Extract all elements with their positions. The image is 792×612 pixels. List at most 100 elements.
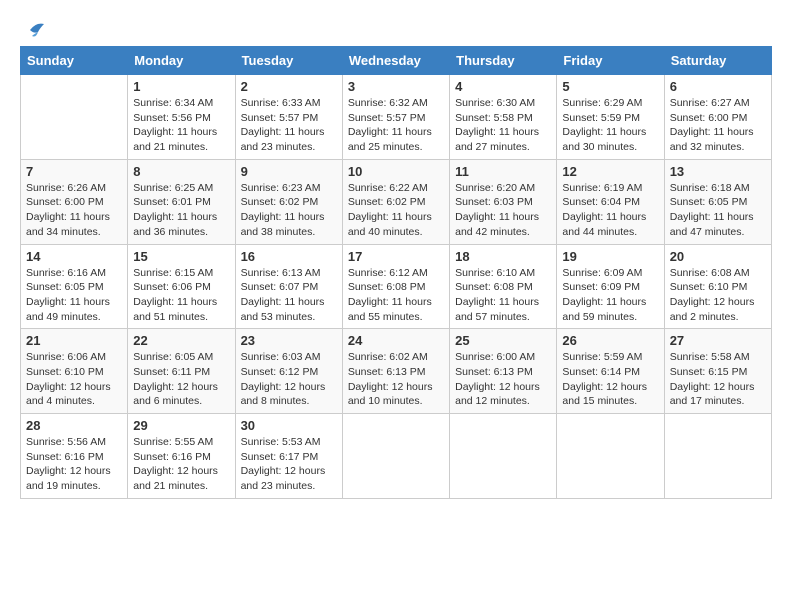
calendar-cell: [21, 75, 128, 160]
day-number: 8: [133, 164, 229, 179]
calendar-header-tuesday: Tuesday: [235, 47, 342, 75]
day-info: Sunrise: 6:19 AM Sunset: 6:04 PM Dayligh…: [562, 181, 658, 240]
calendar-cell: 25Sunrise: 6:00 AM Sunset: 6:13 PM Dayli…: [450, 329, 557, 414]
calendar-cell: 26Sunrise: 5:59 AM Sunset: 6:14 PM Dayli…: [557, 329, 664, 414]
day-number: 28: [26, 418, 122, 433]
calendar-week-row: 14 Sunrise: 6:16 AM Sunset: 6:05 PM Dayli…: [21, 244, 772, 329]
calendar-week-row: 1Sunrise: 6:34 AM Sunset: 5:56 PM Daylig…: [21, 75, 772, 160]
day-info: Sunrise: 6:03 AM Sunset: 6:12 PM Dayligh…: [241, 350, 337, 409]
day-number: 14: [26, 249, 122, 264]
calendar-cell: 4 Sunrise: 6:30 AM Sunset: 5:58 PM Daylig…: [450, 75, 557, 160]
calendar-cell: 12 Sunrise: 6:19 AM Sunset: 6:04 PM Dayli…: [557, 159, 664, 244]
day-info: Sunrise: 6:02 AM Sunset: 6:13 PM Dayligh…: [348, 350, 444, 409]
day-number: 20: [670, 249, 766, 264]
calendar-header-monday: Monday: [128, 47, 235, 75]
calendar-cell: [664, 414, 771, 499]
calendar-cell: 5 Sunrise: 6:29 AM Sunset: 5:59 PM Daylig…: [557, 75, 664, 160]
calendar-cell: 28 Sunrise: 5:56 AM Sunset: 6:16 PM Dayli…: [21, 414, 128, 499]
calendar-cell: 9Sunrise: 6:23 AM Sunset: 6:02 PM Daylig…: [235, 159, 342, 244]
calendar-header-saturday: Saturday: [664, 47, 771, 75]
day-info: Sunrise: 6:15 AM Sunset: 6:06 PM Dayligh…: [133, 266, 229, 325]
calendar-cell: 19 Sunrise: 6:09 AM Sunset: 6:09 PM Dayli…: [557, 244, 664, 329]
day-number: 10: [348, 164, 444, 179]
calendar-cell: 30 Sunrise: 5:53 AM Sunset: 6:17 PM Dayli…: [235, 414, 342, 499]
calendar-cell: 22 Sunrise: 6:05 AM Sunset: 6:11 PM Dayli…: [128, 329, 235, 414]
day-number: 18: [455, 249, 551, 264]
day-info: Sunrise: 6:16 AM Sunset: 6:05 PM Dayligh…: [26, 266, 122, 325]
calendar-week-row: 7 Sunrise: 6:26 AM Sunset: 6:00 PM Daylig…: [21, 159, 772, 244]
day-number: 6: [670, 79, 766, 94]
day-number: 16: [241, 249, 337, 264]
day-number: 29: [133, 418, 229, 433]
day-info: Sunrise: 6:09 AM Sunset: 6:09 PM Dayligh…: [562, 266, 658, 325]
day-number: 12: [562, 164, 658, 179]
calendar-cell: 11 Sunrise: 6:20 AM Sunset: 6:03 PM Dayli…: [450, 159, 557, 244]
logo-bird-icon: [22, 20, 44, 40]
page-header: [20, 20, 772, 36]
calendar-cell: [342, 414, 449, 499]
calendar-cell: [557, 414, 664, 499]
calendar-cell: 17 Sunrise: 6:12 AM Sunset: 6:08 PM Dayli…: [342, 244, 449, 329]
calendar-cell: 2 Sunrise: 6:33 AM Sunset: 5:57 PM Daylig…: [235, 75, 342, 160]
day-number: 2: [241, 79, 337, 94]
calendar-cell: 15Sunrise: 6:15 AM Sunset: 6:06 PM Dayli…: [128, 244, 235, 329]
day-info: Sunrise: 6:34 AM Sunset: 5:56 PM Dayligh…: [133, 96, 229, 155]
day-info: Sunrise: 6:20 AM Sunset: 6:03 PM Dayligh…: [455, 181, 551, 240]
day-info: Sunrise: 6:06 AM Sunset: 6:10 PM Dayligh…: [26, 350, 122, 409]
day-info: Sunrise: 6:12 AM Sunset: 6:08 PM Dayligh…: [348, 266, 444, 325]
day-number: 11: [455, 164, 551, 179]
day-info: Sunrise: 6:33 AM Sunset: 5:57 PM Dayligh…: [241, 96, 337, 155]
calendar-cell: 10 Sunrise: 6:22 AM Sunset: 6:02 PM Dayli…: [342, 159, 449, 244]
day-number: 5: [562, 79, 658, 94]
day-info: Sunrise: 6:25 AM Sunset: 6:01 PM Dayligh…: [133, 181, 229, 240]
calendar-header-thursday: Thursday: [450, 47, 557, 75]
day-info: Sunrise: 6:05 AM Sunset: 6:11 PM Dayligh…: [133, 350, 229, 409]
calendar-cell: 6 Sunrise: 6:27 AM Sunset: 6:00 PM Daylig…: [664, 75, 771, 160]
day-number: 17: [348, 249, 444, 264]
day-number: 26: [562, 333, 658, 348]
day-number: 27: [670, 333, 766, 348]
calendar-cell: [450, 414, 557, 499]
calendar-header-wednesday: Wednesday: [342, 47, 449, 75]
calendar-cell: 23 Sunrise: 6:03 AM Sunset: 6:12 PM Dayli…: [235, 329, 342, 414]
day-number: 19: [562, 249, 658, 264]
day-info: Sunrise: 5:58 AM Sunset: 6:15 PM Dayligh…: [670, 350, 766, 409]
calendar-header-friday: Friday: [557, 47, 664, 75]
calendar-table: SundayMondayTuesdayWednesdayThursdayFrid…: [20, 46, 772, 499]
day-info: Sunrise: 6:18 AM Sunset: 6:05 PM Dayligh…: [670, 181, 766, 240]
calendar-cell: 7 Sunrise: 6:26 AM Sunset: 6:00 PM Daylig…: [21, 159, 128, 244]
day-info: Sunrise: 6:26 AM Sunset: 6:00 PM Dayligh…: [26, 181, 122, 240]
day-number: 30: [241, 418, 337, 433]
calendar-header-sunday: Sunday: [21, 47, 128, 75]
calendar-cell: 18 Sunrise: 6:10 AM Sunset: 6:08 PM Dayli…: [450, 244, 557, 329]
calendar-week-row: 21Sunrise: 6:06 AM Sunset: 6:10 PM Dayli…: [21, 329, 772, 414]
day-number: 3: [348, 79, 444, 94]
day-number: 22: [133, 333, 229, 348]
day-info: Sunrise: 6:27 AM Sunset: 6:00 PM Dayligh…: [670, 96, 766, 155]
day-info: Sunrise: 6:30 AM Sunset: 5:58 PM Dayligh…: [455, 96, 551, 155]
day-info: Sunrise: 5:55 AM Sunset: 6:16 PM Dayligh…: [133, 435, 229, 494]
calendar-cell: 20 Sunrise: 6:08 AM Sunset: 6:10 PM Dayli…: [664, 244, 771, 329]
day-info: Sunrise: 6:32 AM Sunset: 5:57 PM Dayligh…: [348, 96, 444, 155]
day-info: Sunrise: 6:13 AM Sunset: 6:07 PM Dayligh…: [241, 266, 337, 325]
calendar-cell: 8 Sunrise: 6:25 AM Sunset: 6:01 PM Daylig…: [128, 159, 235, 244]
day-number: 9: [241, 164, 337, 179]
day-info: Sunrise: 6:10 AM Sunset: 6:08 PM Dayligh…: [455, 266, 551, 325]
day-info: Sunrise: 5:53 AM Sunset: 6:17 PM Dayligh…: [241, 435, 337, 494]
day-info: Sunrise: 6:29 AM Sunset: 5:59 PM Dayligh…: [562, 96, 658, 155]
day-info: Sunrise: 6:00 AM Sunset: 6:13 PM Dayligh…: [455, 350, 551, 409]
day-info: Sunrise: 6:22 AM Sunset: 6:02 PM Dayligh…: [348, 181, 444, 240]
calendar-cell: 13Sunrise: 6:18 AM Sunset: 6:05 PM Dayli…: [664, 159, 771, 244]
calendar-cell: 1Sunrise: 6:34 AM Sunset: 5:56 PM Daylig…: [128, 75, 235, 160]
day-number: 24: [348, 333, 444, 348]
day-info: Sunrise: 6:08 AM Sunset: 6:10 PM Dayligh…: [670, 266, 766, 325]
day-number: 23: [241, 333, 337, 348]
day-info: Sunrise: 5:56 AM Sunset: 6:16 PM Dayligh…: [26, 435, 122, 494]
day-number: 7: [26, 164, 122, 179]
logo: [20, 20, 44, 36]
calendar-cell: 16 Sunrise: 6:13 AM Sunset: 6:07 PM Dayli…: [235, 244, 342, 329]
calendar-cell: 27 Sunrise: 5:58 AM Sunset: 6:15 PM Dayli…: [664, 329, 771, 414]
day-number: 4: [455, 79, 551, 94]
calendar-header-row: SundayMondayTuesdayWednesdayThursdayFrid…: [21, 47, 772, 75]
calendar-cell: 14 Sunrise: 6:16 AM Sunset: 6:05 PM Dayli…: [21, 244, 128, 329]
